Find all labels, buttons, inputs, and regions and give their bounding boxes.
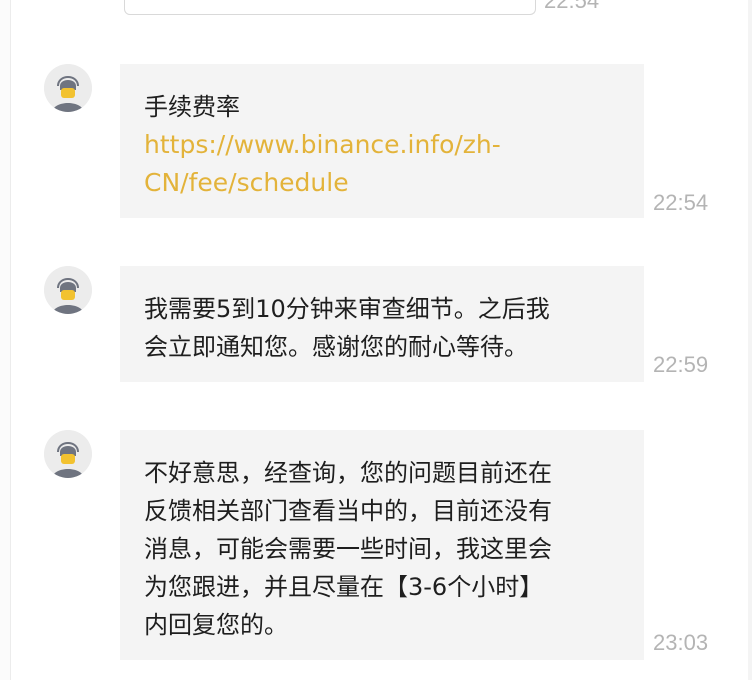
agent-avatar-icon[interactable] xyxy=(44,430,92,478)
message-bubble: 我需要5到10分钟来审查细节。之后我 会立即通知您。感谢您的耐心等待。 xyxy=(120,266,644,382)
fee-schedule-link-line-1[interactable]: https://www.binance.info/zh- xyxy=(144,126,620,164)
message-time: 22:54 xyxy=(653,190,709,215)
message-text-line: 手续费率 xyxy=(144,93,240,121)
message-text-line: 消息，可能会需要一些时间，我这里会 xyxy=(144,535,552,563)
scrollbar-track[interactable] xyxy=(748,0,752,680)
message-time: 23:03 xyxy=(653,630,709,655)
fee-schedule-link-line-2[interactable]: CN/fee/schedule xyxy=(144,164,620,202)
previous-message-bubble xyxy=(124,0,536,15)
agent-avatar-icon[interactable] xyxy=(44,64,92,112)
message-text-line: 为您跟进，并且尽量在【3-6个小时】 xyxy=(144,573,544,601)
message-text-line: 内回复您的。 xyxy=(144,611,288,639)
message-bubble: 不好意思，经查询，您的问题目前还在 反馈相关部门查看当中的，目前还没有 消息，可… xyxy=(120,430,644,660)
message-text-line: 我需要5到10分钟来审查细节。之后我 xyxy=(144,295,550,323)
agent-avatar-icon[interactable] xyxy=(44,266,92,314)
message-bubble: 手续费率 https://www.binance.info/zh- CN/fee… xyxy=(120,64,644,218)
message-text-line: 反馈相关部门查看当中的，目前还没有 xyxy=(144,497,552,525)
left-edge xyxy=(0,0,11,680)
message-time: 22:59 xyxy=(653,352,709,377)
previous-message-time: 22:54 xyxy=(544,0,600,13)
message-text-line: 不好意思，经查询，您的问题目前还在 xyxy=(144,459,552,487)
message-text-line: 会立即通知您。感谢您的耐心等待。 xyxy=(144,333,528,361)
